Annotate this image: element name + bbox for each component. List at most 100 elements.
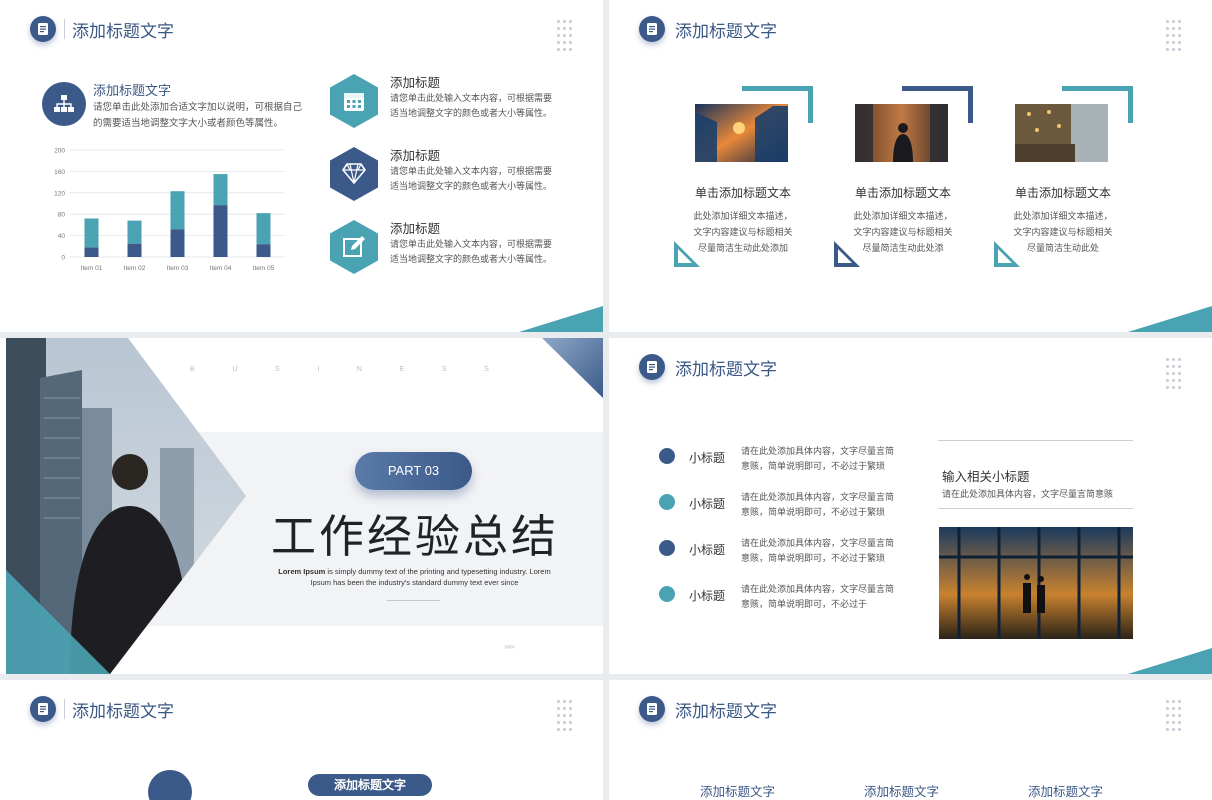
y-tick-label: 120 xyxy=(54,190,65,197)
dot xyxy=(1172,372,1175,375)
dot xyxy=(1178,41,1181,44)
dot xyxy=(1178,386,1181,389)
dot xyxy=(569,20,572,23)
dot xyxy=(1178,714,1181,717)
slide-cards[interactable]: 添加标题文字 单击添加标题文本 此处添加详细文本描述， 文字内容建议与标题相关 尽量… xyxy=(609,0,1212,332)
dot xyxy=(563,728,566,731)
feature-desc: 请您单击此处输入文本内容，可根据需要适当地调整文字的颜色或者大小等属性。 xyxy=(390,239,553,264)
calendar-icon xyxy=(330,74,378,128)
dot xyxy=(1178,358,1181,361)
sub-heading: 输入相关小标题 xyxy=(942,470,1030,484)
slide-partial-2[interactable]: 添加标题文字 添加标题文字 添加标题文字 添加标题文字 xyxy=(609,680,1212,800)
dot xyxy=(1172,700,1175,703)
card-desc: 此处添加详细文本描述， 文字内容建议与标题相关 尽量简洁生动此处添 xyxy=(853,211,953,253)
list-item-title: 小标题 xyxy=(689,497,726,511)
feature-title: 添加标题 xyxy=(390,222,441,236)
card-desc: 此处添加详细文本描述， 文字内容建议与标题相关 尽量简洁生动此处添加 xyxy=(693,211,793,253)
slide-list[interactable]: 添加标题文字 小标题 请在此处添加具体内容，文字尽量言简意赅，简单说明即可，不必… xyxy=(609,338,1212,674)
dot xyxy=(1178,34,1181,37)
list-item-desc: 请在此处添加具体内容，文字尽量言简意赅，简单说明即可，不必过于繁琐 xyxy=(741,538,895,563)
card-3[interactable]: 单击添加标题文本 此处添加详细文本描述， 文字内容建议与标题相关 尽量简洁生动此处 xyxy=(993,86,1133,276)
dot xyxy=(1172,20,1175,23)
bullet-dot xyxy=(659,586,675,602)
title-pill: 添加标题文字 xyxy=(308,774,432,796)
slide-title: 添加标题文字 xyxy=(72,702,174,721)
dot-grid-decoration xyxy=(557,700,573,734)
dot xyxy=(1178,27,1181,30)
leaf-shape xyxy=(138,760,202,800)
dot xyxy=(1166,379,1169,382)
dot xyxy=(569,41,572,44)
dot xyxy=(1172,714,1175,717)
feature-item-1: 添加标题 请您单击此处输入文本内容，可根据需要适当地调整文字的颜色或者大小等属性… xyxy=(330,74,570,134)
bar-segment xyxy=(213,174,228,206)
dot xyxy=(563,721,566,724)
edit-icon xyxy=(330,220,378,274)
dot xyxy=(1172,728,1175,731)
dot xyxy=(1178,365,1181,368)
bar-segment xyxy=(213,205,228,257)
dot xyxy=(1172,707,1175,710)
y-tick-label: 0 xyxy=(61,255,65,262)
dot xyxy=(1166,20,1169,23)
dot xyxy=(1172,358,1175,361)
x-tick-label: Item 02 xyxy=(124,265,146,272)
dot xyxy=(1166,721,1169,724)
dot-grid-decoration xyxy=(1166,358,1182,392)
card-1[interactable]: 单击添加标题文本 此处添加详细文本描述， 文字内容建议与标题相关 尽量简洁生动此处添… xyxy=(673,86,813,276)
document-icon xyxy=(639,354,665,380)
y-tick-label: 160 xyxy=(54,169,65,176)
bar-segment xyxy=(256,213,271,245)
corner-decoration xyxy=(1128,648,1212,674)
dot xyxy=(1172,41,1175,44)
slide-section-cover[interactable]: BUSINESS PART 03 工作经验总结 Lorem Ipsum is s… xyxy=(0,338,603,674)
bullet-dot xyxy=(659,540,675,556)
dot xyxy=(1166,34,1169,37)
part-badge: PART 03 xyxy=(355,452,472,490)
dot xyxy=(557,27,560,30)
slide-partial-1[interactable]: 添加标题文字 添加标题文字 xyxy=(0,680,603,800)
dot xyxy=(557,48,560,51)
feature-desc: 请您单击此处输入文本内容，可根据需要适当地调整文字的颜色或者大小等属性。 xyxy=(390,166,553,191)
section-description: 请您单击此处添加合适文字加以说明，可根据自己的需要适当地调整文字大小或者颜色等属… xyxy=(93,102,303,129)
dot xyxy=(1166,41,1169,44)
dot xyxy=(1178,721,1181,724)
dot-grid-decoration xyxy=(1166,700,1182,734)
y-tick-label: 80 xyxy=(58,212,66,219)
dot-grid-decoration xyxy=(1166,20,1182,54)
dot xyxy=(1178,700,1181,703)
column-heading: 添加标题文字 xyxy=(1028,785,1104,799)
slide-title: 添加标题文字 xyxy=(675,360,777,379)
card-desc: 此处添加详细文本描述， 文字内容建议与标题相关 尽量简洁生动此处 xyxy=(1013,211,1113,253)
dot xyxy=(563,20,566,23)
feature-title: 添加标题 xyxy=(390,149,441,163)
list-item: 小标题 请在此处添加具体内容，文字尽量言简意赅，简单说明即可，不必过于 xyxy=(659,582,899,618)
bar-segment xyxy=(84,247,99,257)
x-tick-label: Item 04 xyxy=(210,265,232,272)
dot xyxy=(557,728,560,731)
dot xyxy=(1172,379,1175,382)
dot xyxy=(1166,714,1169,717)
list-item-title: 小标题 xyxy=(689,451,726,465)
diamond-icon xyxy=(330,147,378,201)
section-body: Lorem Ipsum is simply dummy text of the … xyxy=(278,567,551,587)
bullet-dot xyxy=(659,448,675,464)
dot xyxy=(569,714,572,717)
dot xyxy=(1166,386,1169,389)
businessman-skyline-photo xyxy=(6,338,250,674)
section-subtitle: 添加标题文字 xyxy=(93,83,172,98)
column-heading: 添加标题文字 xyxy=(864,785,940,799)
dot xyxy=(557,41,560,44)
dot xyxy=(1166,27,1169,30)
slide-chart[interactable]: 添加标题文字 添加标题文字 请您单击此处添加合适文字加以说明，可根据自己的需要适… xyxy=(0,0,603,332)
card-triangle xyxy=(834,241,860,267)
office-window-photo xyxy=(939,527,1133,639)
document-icon xyxy=(639,16,665,42)
dot xyxy=(563,714,566,717)
card-2[interactable]: 单击添加标题文本 此处添加详细文本描述， 文字内容建议与标题相关 尽量简洁生动此处添 xyxy=(833,86,973,276)
dot xyxy=(1166,707,1169,710)
dot xyxy=(569,707,572,710)
slide-title: 添加标题文字 xyxy=(72,22,174,41)
dot xyxy=(557,707,560,710)
dot xyxy=(1178,379,1181,382)
